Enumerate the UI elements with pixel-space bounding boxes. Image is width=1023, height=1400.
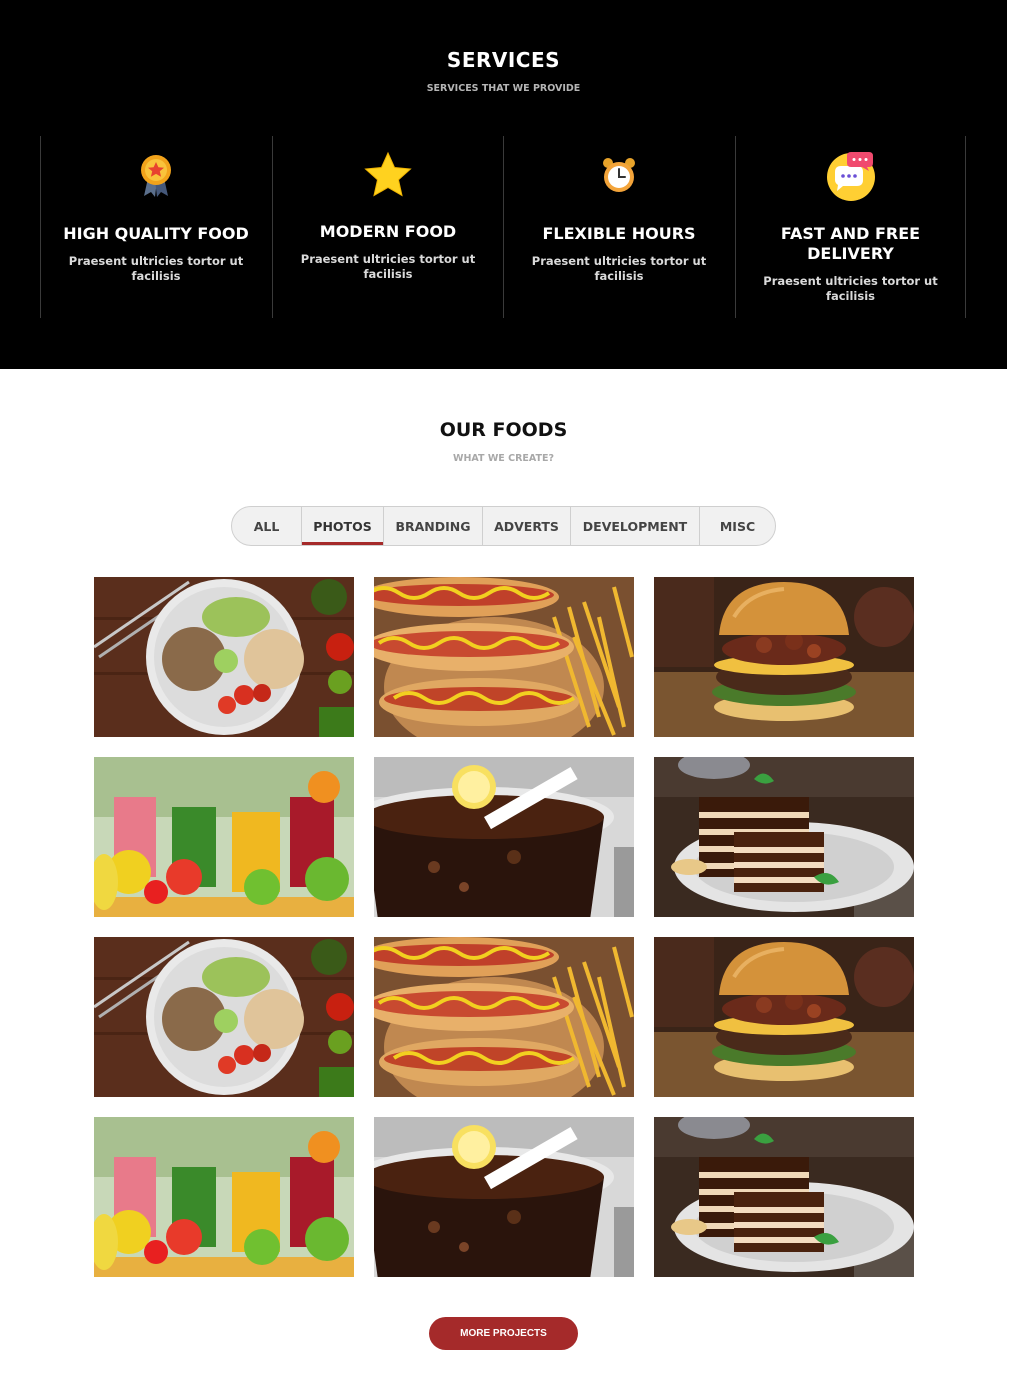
- gallery-item-burger[interactable]: [654, 937, 914, 1097]
- alarm-clock-icon: [504, 156, 734, 194]
- gallery-item-cola-lemon[interactable]: [374, 757, 634, 917]
- service-card-high-quality-food: HIGH QUALITY FOOD Praesent ultricies tor…: [40, 136, 271, 318]
- filter-tab-all[interactable]: ALL: [232, 507, 302, 545]
- services-subtitle: SERVICES THAT WE PROVIDE: [426, 83, 581, 94]
- gallery-item-burger[interactable]: [654, 577, 914, 737]
- filter-tab-development[interactable]: DEVELOPMENT: [571, 507, 700, 545]
- service-name: MODERN FOOD: [319, 222, 457, 241]
- cola-image: [374, 1117, 634, 1277]
- salad-bowl-image: [94, 577, 354, 737]
- service-card-fast-free-delivery: FAST AND FREE DELIVERY Praesent ultricie…: [735, 136, 966, 318]
- service-description: Praesent ultricies tortor ut facilisis: [531, 254, 707, 283]
- award-medal-icon: [41, 152, 271, 198]
- hot-dogs-image: [374, 937, 634, 1097]
- filter-tab-adverts[interactable]: ADVERTS: [483, 507, 571, 545]
- more-projects-button[interactable]: MORE PROJECTS: [429, 1317, 578, 1350]
- service-name: HIGH QUALITY FOOD: [63, 224, 249, 243]
- hot-dogs-image: [374, 577, 634, 737]
- service-name: FAST AND FREE DELIVERY: [780, 224, 921, 263]
- smoothies-image: [94, 1117, 354, 1277]
- smoothies-image: [94, 757, 354, 917]
- gallery-item-layered-cake[interactable]: [654, 757, 914, 917]
- burger-image: [654, 577, 914, 737]
- chat-bubbles-icon: [736, 150, 965, 202]
- gallery-item-fruit-smoothies[interactable]: [94, 757, 354, 917]
- cake-image: [654, 757, 914, 917]
- foods-subtitle: WHAT WE CREATE?: [453, 453, 554, 464]
- gallery-item-salad-bowl[interactable]: [94, 937, 354, 1097]
- gallery-item-cola-lemon[interactable]: [374, 1117, 634, 1277]
- service-description: Praesent ultricies tortor ut facilisis: [300, 252, 476, 281]
- filter-tab-misc[interactable]: MISC: [700, 507, 775, 545]
- gallery-item-hot-dogs-fries[interactable]: [374, 937, 634, 1097]
- filter-tab-branding[interactable]: BRANDING: [384, 507, 483, 545]
- gallery-item-hot-dogs-fries[interactable]: [374, 577, 634, 737]
- star-icon: [273, 151, 503, 199]
- service-description: Praesent ultricies tortor ut facilisis: [68, 254, 244, 283]
- services-title: SERVICES: [446, 48, 561, 72]
- service-name: FLEXIBLE HOURS: [542, 224, 696, 243]
- portfolio-filter-bar: ALL PHOTOS BRANDING ADVERTS DEVELOPMENT …: [231, 506, 776, 546]
- services-section: SERVICES SERVICES THAT WE PROVIDE HIGH Q…: [0, 0, 1007, 369]
- gallery-item-salad-bowl[interactable]: [94, 577, 354, 737]
- foods-title: OUR FOODS: [439, 419, 568, 441]
- salad-bowl-image: [94, 937, 354, 1097]
- service-card-flexible-hours: FLEXIBLE HOURS Praesent ultricies tortor…: [503, 136, 734, 318]
- filter-tab-photos[interactable]: PHOTOS: [302, 507, 384, 545]
- cake-image: [654, 1117, 914, 1277]
- gallery-item-layered-cake[interactable]: [654, 1117, 914, 1277]
- cola-image: [374, 757, 634, 917]
- service-card-modern-food: MODERN FOOD Praesent ultricies tortor ut…: [272, 136, 503, 318]
- gallery-item-fruit-smoothies[interactable]: [94, 1117, 354, 1277]
- burger-image: [654, 937, 914, 1097]
- service-description: Praesent ultricies tortor ut facilisis: [763, 274, 938, 303]
